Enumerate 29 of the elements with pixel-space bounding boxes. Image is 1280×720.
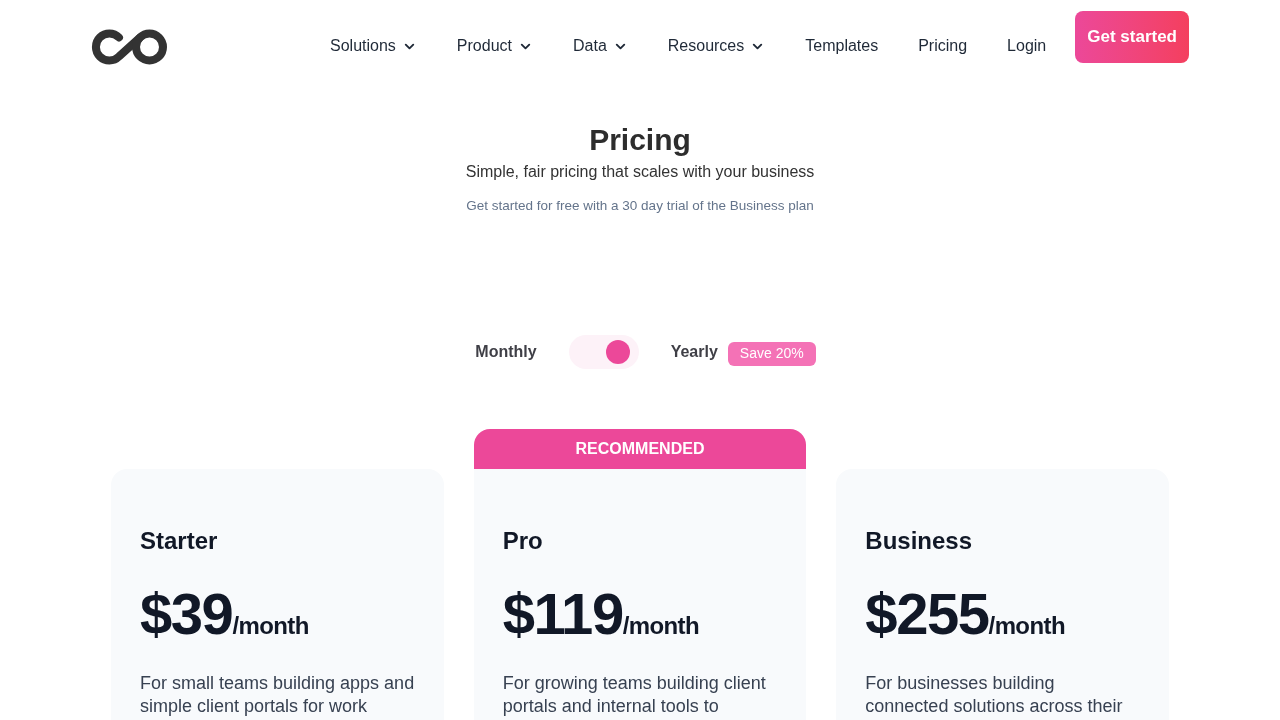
plan-description: For growing teams building client portals and internal tools to: [502, 672, 767, 718]
plan-description: For small teams building apps and simple client portals for work: [140, 672, 416, 718]
logo-icon[interactable]: [91, 28, 169, 66]
nav-link[interactable]: Product: [456, 34, 533, 58]
recommended-ribbon: RECOMMENDED: [473, 429, 807, 469]
plan-name: Business: [865, 526, 974, 556]
billing-toggle[interactable]: [568, 335, 639, 369]
discount-badge: Save 20%: [727, 341, 816, 366]
page-subtitle: Simple, fair pricing that scales with your business: [465, 162, 815, 182]
nav-link[interactable]: Login: [1007, 34, 1047, 58]
nav-link[interactable]: Solutions: [330, 34, 417, 58]
price-period: /month: [232, 612, 309, 641]
plan-price: $255: [865, 582, 989, 646]
plan-price: $39: [140, 582, 233, 646]
trial-note: Get started for free with a 30 day trial of the Business plan: [466, 197, 814, 215]
yearly-label: Yearly: [670, 342, 718, 362]
nav-link[interactable]: Templates: [805, 34, 879, 58]
plan-price: $119: [502, 582, 623, 646]
nav-link[interactable]: Data: [573, 34, 628, 58]
get-started-button[interactable]: Get started: [1075, 11, 1189, 63]
price-period: /month: [622, 612, 700, 641]
price-period: /month: [988, 612, 1065, 641]
nav-link[interactable]: Resources: [667, 34, 766, 58]
monthly-label: Monthly: [475, 342, 537, 362]
page-title: Pricing: [589, 122, 691, 158]
plan-description: For businesses building connected solutions across their: [865, 672, 1124, 718]
nav-link[interactable]: Pricing: [918, 34, 968, 58]
plan-name: Starter: [140, 526, 219, 556]
plan-name: Pro: [502, 526, 544, 556]
